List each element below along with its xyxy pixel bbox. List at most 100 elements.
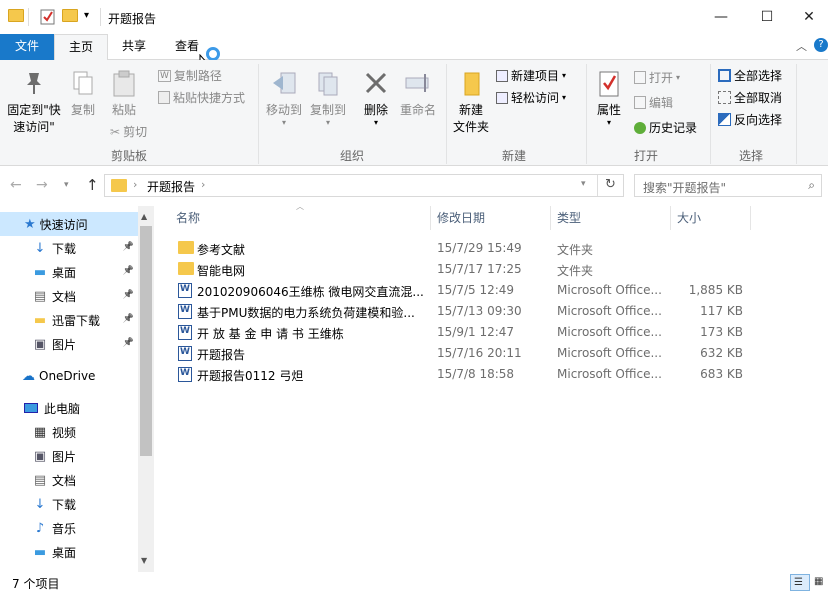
properties-quick-icon[interactable] xyxy=(40,9,56,25)
column-header-size[interactable]: 大小 xyxy=(677,206,747,230)
tab-share[interactable]: 共享 xyxy=(108,34,160,60)
nav-item[interactable]: ▬ 桌面 xyxy=(0,540,138,564)
nav-item[interactable]: ↓ 下载 📌 xyxy=(0,236,138,260)
group-label-clipboard: 剪贴板 xyxy=(110,149,147,163)
nav-item[interactable]: ▬ 迅雷下载 📌 xyxy=(0,308,138,332)
paste-button[interactable]: 粘贴 xyxy=(104,70,144,119)
easy-access-button[interactable]: 轻松访问 ▾ xyxy=(496,89,566,106)
select-none-button[interactable]: 全部取消 xyxy=(718,89,782,106)
address-bar[interactable]: › 开题报告 › ▾ ↻ xyxy=(104,174,624,197)
chevron-down-icon: ▾ xyxy=(562,93,567,102)
delete-button[interactable]: 删除 ▾ xyxy=(358,70,394,127)
cut-button[interactable]: ✂ 剪切 xyxy=(110,123,147,140)
divider xyxy=(100,8,101,26)
nav-item[interactable]: ▣ 图片 xyxy=(0,444,138,468)
history-button[interactable]: 历史记录 xyxy=(634,119,697,136)
scroll-up-icon[interactable]: ▲ xyxy=(141,212,147,221)
column-header-type[interactable]: 类型 xyxy=(557,206,669,230)
scrollbar-thumb[interactable] xyxy=(140,226,152,456)
collapse-ribbon-icon[interactable]: ︿ xyxy=(796,38,807,54)
large-icons-view-button[interactable]: ▦ xyxy=(812,574,828,591)
search-input[interactable]: 搜索"开题报告" ⌕ xyxy=(634,174,822,197)
nav-onedrive[interactable]: ☁ OneDrive xyxy=(0,364,138,388)
nav-scrollbar[interactable]: ▲ ▼ xyxy=(138,206,154,572)
move-to-button[interactable]: 移动到 ▾ xyxy=(262,70,306,127)
select-all-button[interactable]: 全部选择 xyxy=(718,67,782,84)
table-row[interactable]: 开 放 基 金 申 请 书 王维栋 15/9/1 12:47 Microsoft O… xyxy=(170,322,770,343)
folder-icon xyxy=(178,241,194,257)
pin-icon[interactable]: 📌 xyxy=(123,314,134,324)
new-folder-quick-icon[interactable] xyxy=(62,9,78,25)
back-arrow-icon[interactable]: ← xyxy=(10,177,22,193)
properties-button[interactable]: 属性 ▾ xyxy=(590,70,628,127)
delete-x-icon xyxy=(358,70,394,98)
refresh-icon[interactable]: ↻ xyxy=(605,177,616,192)
file-name: 智能电网 xyxy=(197,264,246,278)
table-row[interactable]: 开题报告0112 弓炟 15/7/8 18:58 Microsoft Office.… xyxy=(170,364,770,385)
copy-button[interactable]: 复制 xyxy=(64,70,102,119)
forward-arrow-icon[interactable]: → xyxy=(36,177,48,193)
divider xyxy=(710,64,711,164)
up-arrow-icon[interactable]: ↑ xyxy=(86,176,99,194)
open-button[interactable]: 打开 ▾ xyxy=(634,69,680,86)
nav-item[interactable]: ▬ 桌面 📌 xyxy=(0,260,138,284)
column-header-modified[interactable]: 修改日期 xyxy=(437,206,549,230)
search-icon: ⌕ xyxy=(808,178,815,192)
nav-quick-access[interactable]: ★ 快速访问 xyxy=(0,212,138,236)
new-item-button[interactable]: 新建项目 ▾ xyxy=(496,67,566,84)
pin-icon[interactable]: 📌 xyxy=(123,242,134,252)
select-none-label: 全部取消 xyxy=(734,91,783,105)
nav-quick-access-label: 快速访问 xyxy=(39,217,88,232)
address-path[interactable]: 开题报告 xyxy=(147,178,195,195)
edit-button[interactable]: 编辑 xyxy=(634,94,673,111)
table-row[interactable]: 智能电网 15/7/17 17:25 文件夹 xyxy=(170,259,770,280)
new-folder-button[interactable]: 新建 文件夹 xyxy=(450,70,492,136)
details-view-button[interactable]: ☰ xyxy=(790,574,810,591)
nav-item[interactable]: ▣ 图片 📌 xyxy=(0,332,138,356)
maximize-button[interactable]: ☐ xyxy=(744,0,790,34)
file-type: Microsoft Office... xyxy=(557,325,662,339)
copy-to-button[interactable]: 复制到 ▾ xyxy=(306,70,350,127)
invert-selection-button[interactable]: 反向选择 xyxy=(718,111,782,128)
recent-locations-icon[interactable]: ▾ xyxy=(64,180,69,190)
chevron-right-icon[interactable]: › xyxy=(201,178,205,191)
nav-item[interactable]: ↓ 下载 xyxy=(0,492,138,516)
table-row[interactable]: 开题报告 15/7/16 20:11 Microsoft Office... 632 … xyxy=(170,343,770,364)
pin-icon[interactable]: 📌 xyxy=(123,266,134,276)
nav-item[interactable]: ▤ 文档 📌 xyxy=(0,284,138,308)
nav-item[interactable]: ♪ 音乐 xyxy=(0,516,138,540)
pin-quick-access-button[interactable]: 固定到"快 速访问" xyxy=(4,70,64,136)
chevron-down-icon: ▾ xyxy=(281,118,286,127)
tab-file[interactable]: 文件 xyxy=(0,34,54,60)
file-name: 开题报告 xyxy=(197,348,246,362)
nav-this-pc[interactable]: 此电脑 xyxy=(0,396,138,420)
table-row[interactable]: 201020906046王维栋 微电网交直流混... 15/7/5 12:49 Mi… xyxy=(170,280,770,301)
nav-item[interactable]: ▤ 文档 xyxy=(0,468,138,492)
column-header-name[interactable]: 名称 xyxy=(176,206,426,230)
tab-home[interactable]: 主页 xyxy=(54,34,108,61)
chevron-down-icon[interactable]: ▾ xyxy=(581,179,586,189)
invert-selection-icon xyxy=(718,113,731,126)
nav-item-label: 桌面 xyxy=(52,265,77,280)
scroll-down-icon[interactable]: ▼ xyxy=(141,556,147,565)
paste-label: 粘贴 xyxy=(111,103,136,117)
large-icons-view-icon: ▦ xyxy=(814,576,824,587)
minimize-button[interactable]: — xyxy=(698,0,744,34)
close-button[interactable]: ✕ xyxy=(790,0,828,34)
copy-path-icon: W xyxy=(158,69,171,82)
nav-item[interactable]: ▦ 视频 xyxy=(0,420,138,444)
rename-label: 重命名 xyxy=(399,103,436,117)
paste-shortcut-button[interactable]: 粘贴快捷方式 xyxy=(158,89,245,106)
quick-access-dropdown-icon[interactable]: ▾ xyxy=(84,10,89,21)
pin-icon[interactable]: 📌 xyxy=(123,338,134,348)
table-row[interactable]: 基于PMU数据的电力系统负荷建模和验... 15/7/13 09:30 Micros… xyxy=(170,301,770,322)
table-row[interactable]: 参考文献 15/7/29 15:49 文件夹 xyxy=(170,238,770,259)
copy-path-button[interactable]: W 复制路径 xyxy=(158,67,222,84)
pin-icon[interactable]: 📌 xyxy=(123,290,134,300)
rename-button[interactable]: 重命名 xyxy=(396,70,440,119)
help-icon[interactable]: ? xyxy=(814,38,828,52)
file-size: 632 KB xyxy=(700,346,743,360)
chevron-down-icon: ▾ xyxy=(606,118,611,127)
documents-icon: ▤ xyxy=(33,288,47,304)
chevron-right-icon[interactable]: › xyxy=(133,178,137,191)
